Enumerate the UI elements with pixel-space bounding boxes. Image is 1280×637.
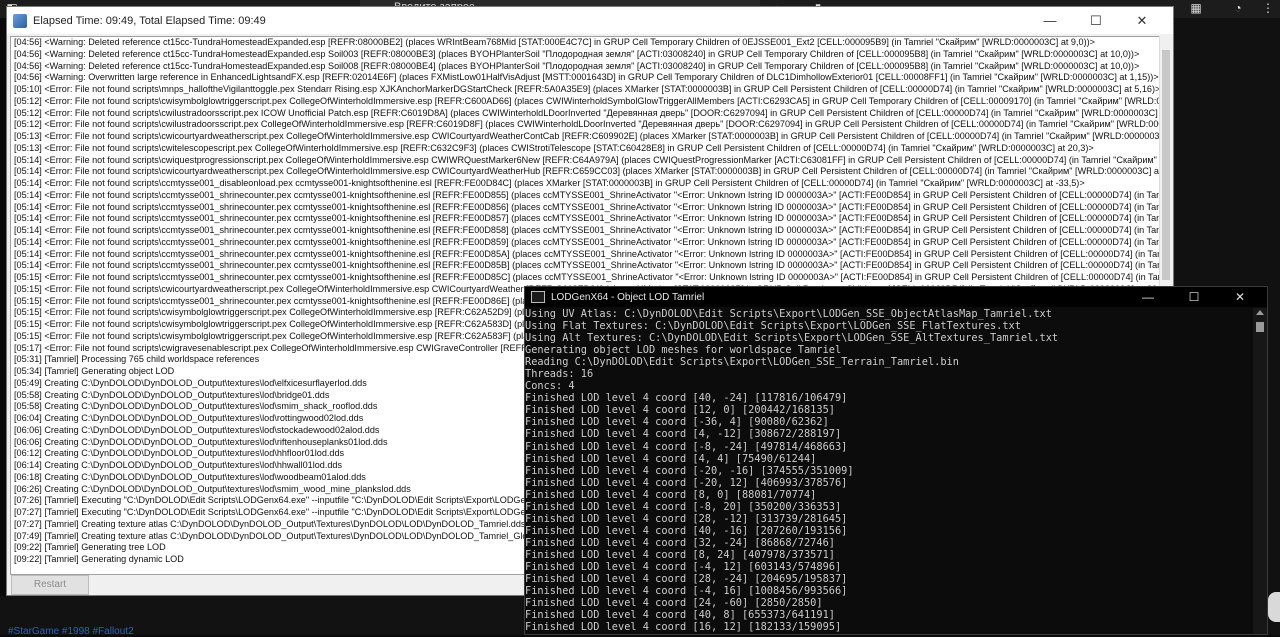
- console-line: Finished LOD level 4 coord [40, -16] [20…: [525, 524, 848, 537]
- console-line: Finished LOD level 4 coord [28, -24] [20…: [525, 573, 848, 586]
- console-line: Finished LOD level 4 coord [32, -24] [86…: [525, 536, 835, 549]
- console-line: Finished LOD level 4 coord [40, 8] [6553…: [525, 609, 835, 622]
- console-line: Finished LOD level 4 coord [-20, 12] [40…: [525, 476, 848, 489]
- log-line: [05:13] <Error: File not found scripts\c…: [14, 142, 1094, 153]
- console-icon: [531, 291, 545, 303]
- log-line: [04:56] <Warning: Overwritten large refe…: [14, 72, 1159, 83]
- console-scrollbar[interactable]: [1253, 308, 1267, 634]
- log-line: [05:14] <Error: File not found scripts\c…: [14, 248, 1161, 259]
- console-window: LODGenX64 - Object LOD Tamriel — ☐ ✕ Usi…: [524, 286, 1268, 635]
- console-line: Finished LOD level 4 coord [-36, 4] [900…: [525, 416, 829, 429]
- log-line: [04:56] <Warning: Deleted reference ct15…: [14, 48, 1140, 59]
- minimize-button[interactable]: —: [1027, 7, 1073, 34]
- log-line: [05:15] <Error: File not found scripts\c…: [14, 272, 1161, 282]
- log-window-title: Elapsed Time: 09:49, Total Elapsed Time:…: [33, 14, 266, 27]
- log-line: [05:12] <Error: File not found scripts\c…: [14, 119, 1161, 130]
- log-line: [05:14] <Error: File not found scripts\c…: [14, 201, 1161, 212]
- log-line: [04:56] <Warning: Deleted reference ct15…: [14, 60, 1140, 71]
- console-line: Finished LOD level 4 coord [12, 0] [2004…: [525, 404, 835, 417]
- close-button[interactable]: ✕: [1119, 7, 1165, 34]
- console-line: Finished LOD level 4 coord [-20, -16] [3…: [525, 464, 854, 477]
- console-line: Generating object LOD meshes for worldsp…: [525, 344, 842, 357]
- restart-button[interactable]: Restart: [11, 575, 89, 595]
- log-line: [05:14] <Error: File not found scripts\c…: [14, 166, 1161, 177]
- log-line: [05:14] <Error: File not found scripts\c…: [14, 213, 1161, 224]
- console-titlebar[interactable]: LODGenX64 - Object LOD Tamriel — ☐ ✕: [525, 287, 1267, 307]
- console-line: Finished LOD level 4 coord [4, 4] [75490…: [525, 452, 817, 465]
- console-line: Finished LOD level 4 coord [8, 24] [4079…: [525, 548, 835, 561]
- console-scrollbar-thumb[interactable]: [1256, 322, 1264, 332]
- console-line: Finished LOD level 4 coord [-8, -24] [49…: [525, 440, 848, 453]
- log-line: [05:14] <Error: File not found scripts\c…: [14, 225, 1161, 235]
- grid-icon[interactable]: ▦: [1186, 0, 1206, 16]
- more-icon[interactable]: ⋮: [1258, 0, 1278, 16]
- log-line: [04:56] <Warning: Deleted reference ct15…: [14, 37, 1095, 47]
- log-line: [05:10] <Error: File not found scripts\m…: [14, 84, 1161, 94]
- log-line: [05:12] <Error: File not found scripts\c…: [14, 107, 1161, 118]
- console-close-button[interactable]: ✕: [1217, 287, 1263, 307]
- console-title: LODGenX64 - Object LOD Tamriel: [551, 291, 705, 303]
- console-line: Finished LOD level 4 coord [16, 12] [182…: [525, 621, 842, 634]
- console-line: Finished LOD level 4 coord [4, -12] [308…: [525, 428, 842, 441]
- log-scrollbar-thumb[interactable]: [1162, 50, 1170, 280]
- notification-icon[interactable]: ◔: [1228, 0, 1248, 16]
- console-output[interactable]: Using UV Atlas: C:\DynDOLOD\Edit Scripts…: [525, 308, 1253, 634]
- maximize-button[interactable]: ☐: [1073, 7, 1119, 34]
- console-minimize-button[interactable]: —: [1125, 287, 1171, 307]
- log-line: [05:14] <Error: File not found scripts\c…: [14, 260, 1161, 271]
- console-line: Reading C:\DynDOLOD\Edit Scripts\Export\…: [525, 356, 959, 369]
- console-line: Finished LOD level 4 coord [8, 0] [88081…: [525, 488, 817, 501]
- console-line: Using UV Atlas: C:\DynDOLOD\Edit Scripts…: [525, 308, 1052, 320]
- console-line: Finished LOD level 4 coord [-8, 20] [350…: [525, 500, 842, 513]
- hashtags[interactable]: #StarGame #1998 #Fallout2: [8, 626, 134, 637]
- log-window-titlebar[interactable]: Elapsed Time: 09:49, Total Elapsed Time:…: [7, 7, 1173, 34]
- log-line: [05:12] <Error: File not found scripts\c…: [14, 95, 1161, 106]
- console-line: Finished LOD level 4 coord [28, -12] [31…: [525, 512, 848, 525]
- log-line: [05:13] <Error: File not found scripts\c…: [14, 131, 1161, 141]
- console-line: Using Alt Textures: C:\DynDOLOD\Edit Scr…: [525, 332, 1059, 345]
- side-badge: [1268, 592, 1280, 622]
- log-line: [05:14] <Error: File not found scripts\c…: [14, 154, 1161, 165]
- app-window-icon: [13, 13, 27, 28]
- console-line: Threads: 16: [525, 368, 594, 381]
- console-line: Finished LOD level 4 coord [-4, 16] [100…: [525, 585, 848, 598]
- console-line: Finished LOD level 4 coord [24, -60] [28…: [525, 597, 823, 610]
- log-line: [05:14] <Error: File not found scripts\c…: [14, 189, 1161, 200]
- console-line: Finished LOD level 4 coord [-4, 12] [603…: [525, 560, 842, 573]
- log-line: [05:14] <Error: File not found scripts\c…: [14, 236, 1161, 247]
- console-line: Using Flat Textures: C:\DynDOLOD\Edit Sc…: [525, 320, 1021, 333]
- console-maximize-button[interactable]: ☐: [1171, 287, 1217, 307]
- scroll-up-arrow-icon[interactable]: [1256, 310, 1264, 315]
- console-line: Finished LOD level 4 coord [40, -24] [11…: [525, 392, 848, 405]
- console-line: Concs: 4: [525, 380, 575, 393]
- log-line: [05:14] <Error: File not found scripts\c…: [14, 178, 1085, 188]
